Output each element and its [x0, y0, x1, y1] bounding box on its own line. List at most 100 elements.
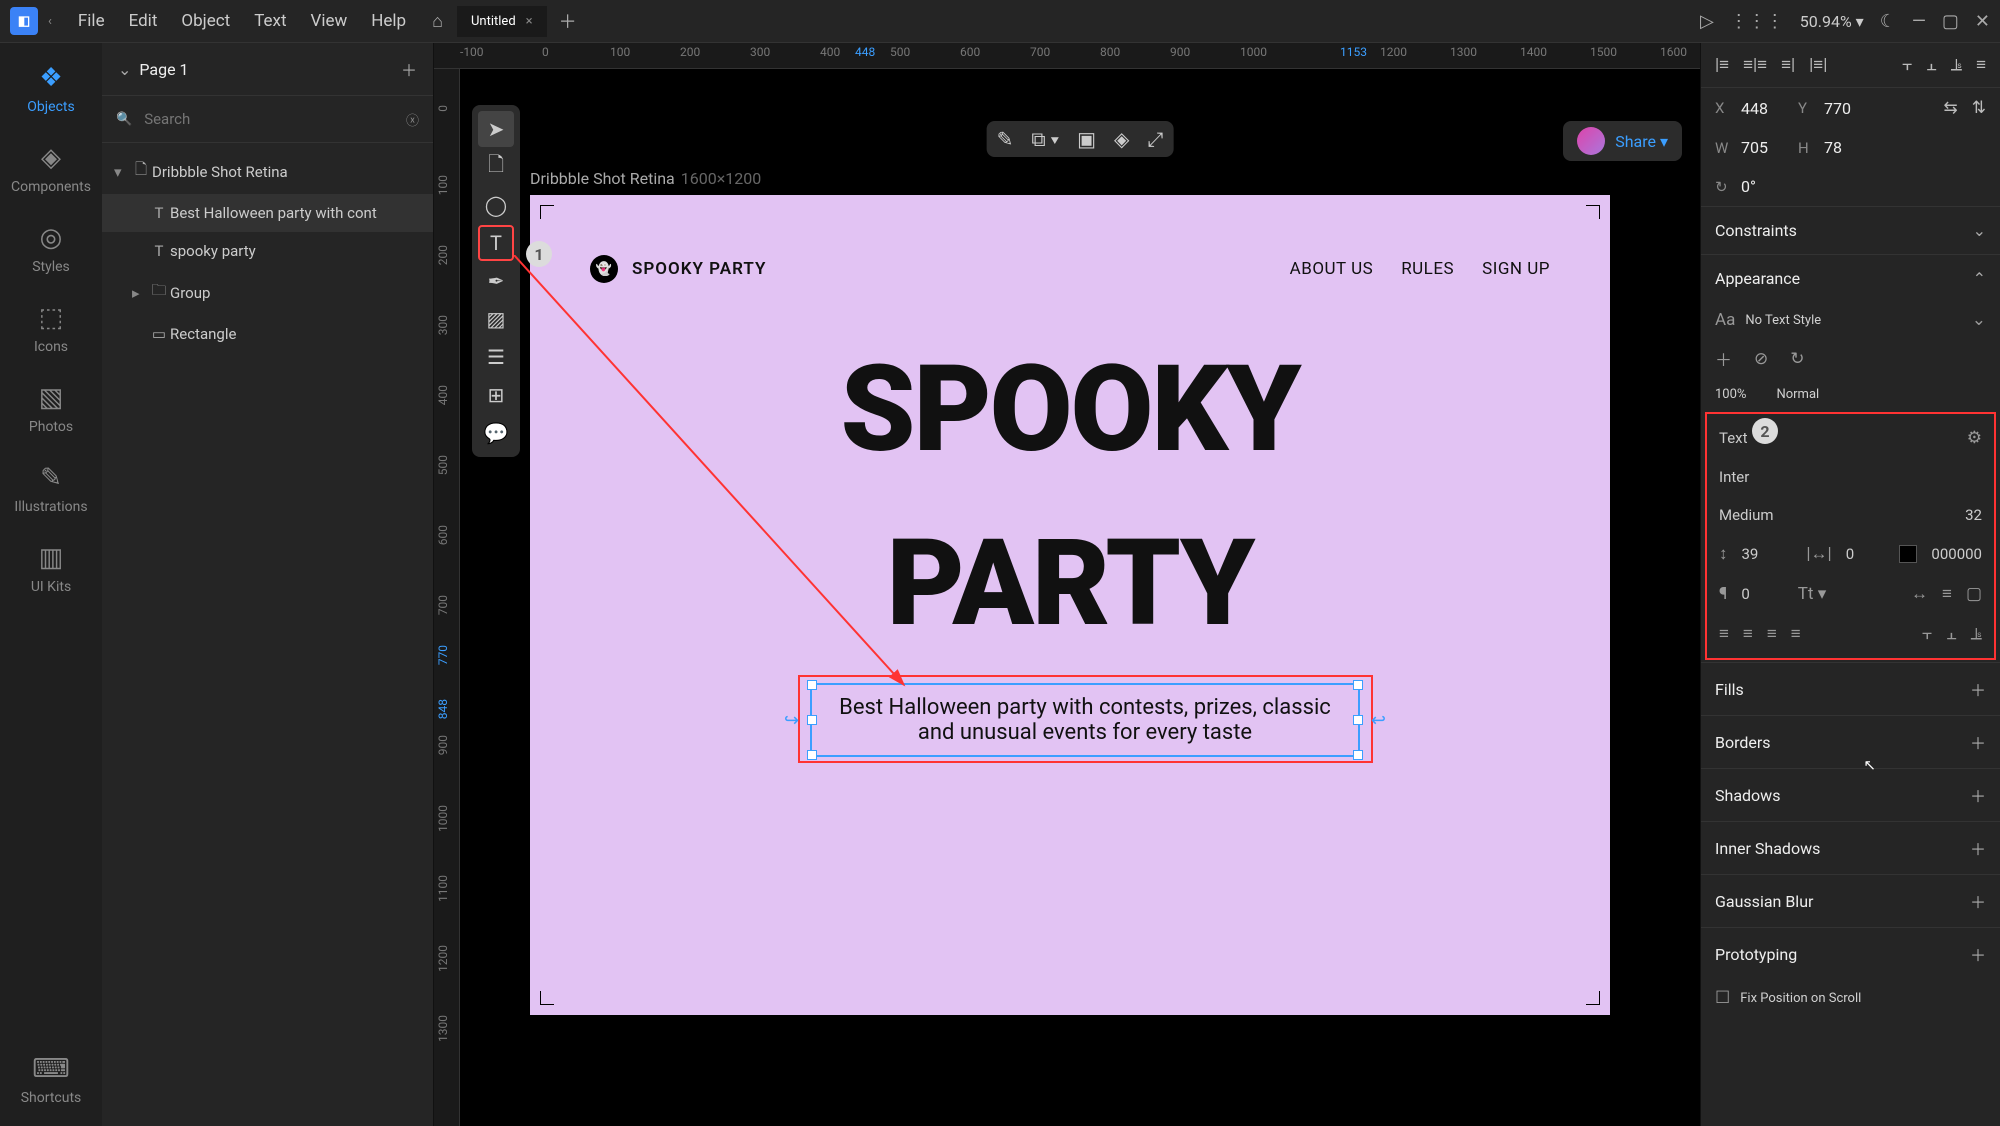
fixed-size-icon[interactable]: ▢: [1966, 584, 1982, 604]
flip-h-icon[interactable]: ⇆: [1944, 98, 1958, 118]
selected-text-layer[interactable]: Best Halloween party with contests, priz…: [810, 683, 1360, 757]
text-align-justify-icon[interactable]: ≡: [1791, 624, 1801, 644]
comment-tool[interactable]: 💬: [478, 415, 514, 451]
add-icon[interactable]: ＋: [1970, 942, 1986, 966]
layer-text-2[interactable]: Tspooky party: [102, 232, 433, 270]
fills-section[interactable]: Fills＋: [1701, 662, 2000, 715]
blur-section[interactable]: Gaussian Blur＋: [1701, 874, 2000, 927]
font-family[interactable]: Inter: [1715, 458, 1986, 496]
pos-x[interactable]: X448: [1715, 98, 1768, 118]
zoom-level[interactable]: 50.94% ▾: [1800, 12, 1864, 31]
shadows-section[interactable]: Shadows＋: [1701, 768, 2000, 821]
layer-group[interactable]: ▸🗀Group: [102, 270, 433, 315]
artboard-label[interactable]: Dribbble Shot Retina1600×1200: [530, 169, 761, 188]
sidebar-styles[interactable]: ◎Styles: [32, 223, 70, 275]
ellipse-tool[interactable]: ◯: [478, 187, 514, 223]
sidebar-icons[interactable]: ⬚Icons: [34, 303, 68, 355]
menu-edit[interactable]: Edit: [117, 11, 170, 31]
back-icon[interactable]: ‹: [48, 14, 52, 29]
flip-v-icon[interactable]: ⇅: [1972, 98, 1986, 118]
font-weight[interactable]: Medium: [1719, 506, 1774, 524]
text-align-right-icon[interactable]: ≡: [1767, 624, 1777, 644]
text-style-row[interactable]: Aa No Text Style ⌄: [1701, 302, 2000, 338]
fix-position-row[interactable]: ☐Fix Position on Scroll: [1701, 980, 2000, 1016]
valign-top-icon[interactable]: ⫟: [1902, 55, 1912, 75]
clear-icon[interactable]: ⓧ: [406, 110, 419, 129]
frame-icon[interactable]: ▣: [1077, 127, 1096, 151]
rotation[interactable]: ↻0°: [1715, 177, 1756, 196]
select-tool[interactable]: ➤: [478, 111, 514, 147]
handle[interactable]: [807, 715, 817, 725]
wrap-right-icon[interactable]: ↩: [1371, 710, 1386, 731]
pen-tool[interactable]: ✒: [478, 263, 514, 299]
appearance-section[interactable]: Appearance⌃: [1701, 254, 2000, 302]
artboard-frame[interactable]: 👻 SPOOKY PARTY ABOUT US RULES SIGN UP SP…: [530, 195, 1610, 1015]
handle[interactable]: [1353, 715, 1363, 725]
inner-shadows-section[interactable]: Inner Shadows＋: [1701, 821, 2000, 874]
menu-text[interactable]: Text: [242, 11, 298, 31]
size-w[interactable]: W705: [1715, 138, 1768, 157]
constraints-section[interactable]: Constraints⌄: [1701, 206, 2000, 254]
text-color-swatch[interactable]: [1899, 545, 1917, 563]
add-icon[interactable]: ＋: [1970, 677, 1986, 701]
valign-stretch-icon[interactable]: ≡: [1976, 55, 1986, 75]
share-button[interactable]: Share ▾: [1563, 121, 1682, 161]
add-icon[interactable]: ＋: [1715, 346, 1732, 371]
text-color-hex[interactable]: 000000: [1931, 545, 1982, 563]
menu-view[interactable]: View: [299, 11, 360, 31]
tab-untitled[interactable]: Untitled ×: [457, 6, 547, 37]
text-valign-bot-icon[interactable]: ⫡: [1971, 624, 1982, 644]
blend-mode[interactable]: Normal: [1776, 387, 1819, 402]
align-left-icon[interactable]: |≡: [1715, 55, 1729, 75]
align-right-icon[interactable]: ≡|: [1781, 55, 1795, 75]
sidebar-uikits[interactable]: ▥UI Kits: [31, 543, 71, 595]
image-tool[interactable]: ▨: [478, 301, 514, 337]
checkbox-icon[interactable]: ☐: [1715, 988, 1730, 1008]
search-input[interactable]: [138, 104, 406, 134]
handle[interactable]: [807, 750, 817, 760]
layer-text-1[interactable]: TBest Halloween party with cont: [102, 194, 433, 232]
handle[interactable]: [1353, 680, 1363, 690]
grid-icon[interactable]: ⋮⋮⋮: [1730, 11, 1784, 32]
sidebar-components[interactable]: ◈Components: [11, 143, 91, 195]
add-icon[interactable]: ＋: [1970, 730, 1986, 754]
align-center-icon[interactable]: ≡|≡: [1743, 55, 1767, 75]
handle[interactable]: [807, 680, 817, 690]
text-valign-mid-icon[interactable]: ⫠: [1946, 624, 1956, 644]
menu-file[interactable]: File: [66, 11, 117, 31]
add-page-icon[interactable]: ＋: [401, 57, 417, 81]
sidebar-objects[interactable]: ❖Objects: [27, 63, 74, 115]
refresh-icon[interactable]: ↻: [1790, 349, 1804, 369]
new-tab-icon[interactable]: ＋: [559, 8, 577, 34]
component-icon[interactable]: ◈: [1114, 127, 1129, 151]
text-transform-icon[interactable]: Tt ▾: [1798, 584, 1826, 604]
minimize-icon[interactable]: —: [1912, 11, 1926, 32]
prototyping-section[interactable]: Prototyping＋: [1701, 927, 2000, 980]
responsive-icon[interactable]: ⤢: [1147, 127, 1163, 151]
align-justify-icon[interactable]: |≡|: [1809, 55, 1827, 75]
valign-bot-icon[interactable]: ⫡: [1951, 55, 1962, 75]
borders-section[interactable]: Borders＋: [1701, 715, 2000, 768]
pos-y[interactable]: Y770: [1798, 98, 1851, 118]
artboard-tool[interactable]: 🗋: [478, 149, 514, 185]
menu-object[interactable]: Object: [169, 11, 242, 31]
letter-spacing[interactable]: 0: [1846, 545, 1854, 563]
menu-help[interactable]: Help: [359, 11, 418, 31]
page-row[interactable]: ⌄ Page 1 ＋: [102, 43, 433, 95]
auto-height-icon[interactable]: ≡: [1942, 584, 1952, 604]
paragraph-spacing[interactable]: 0: [1741, 585, 1749, 603]
detach-icon[interactable]: ⊘: [1754, 349, 1768, 369]
settings-icon[interactable]: ⚙: [1967, 428, 1982, 448]
stage[interactable]: ➤ 🗋 ◯ T ✒ ▨ ☰ ⊞ 💬 1 ✎: [460, 69, 1700, 1126]
text-align-left-icon[interactable]: ≡: [1719, 624, 1729, 644]
app-logo-icon[interactable]: ◧: [10, 7, 38, 35]
maximize-icon[interactable]: ▢: [1942, 11, 1959, 32]
opacity-value[interactable]: 100%: [1715, 387, 1746, 402]
layer-artboard[interactable]: ▾🗋Dribbble Shot Retina: [102, 149, 433, 194]
text-tool[interactable]: T: [478, 225, 514, 261]
handle[interactable]: [1353, 750, 1363, 760]
add-icon[interactable]: ＋: [1970, 783, 1986, 807]
apps-tool[interactable]: ⊞: [478, 377, 514, 413]
line-tool[interactable]: ☰: [478, 339, 514, 375]
valign-mid-icon[interactable]: ⫠: [1926, 55, 1936, 75]
